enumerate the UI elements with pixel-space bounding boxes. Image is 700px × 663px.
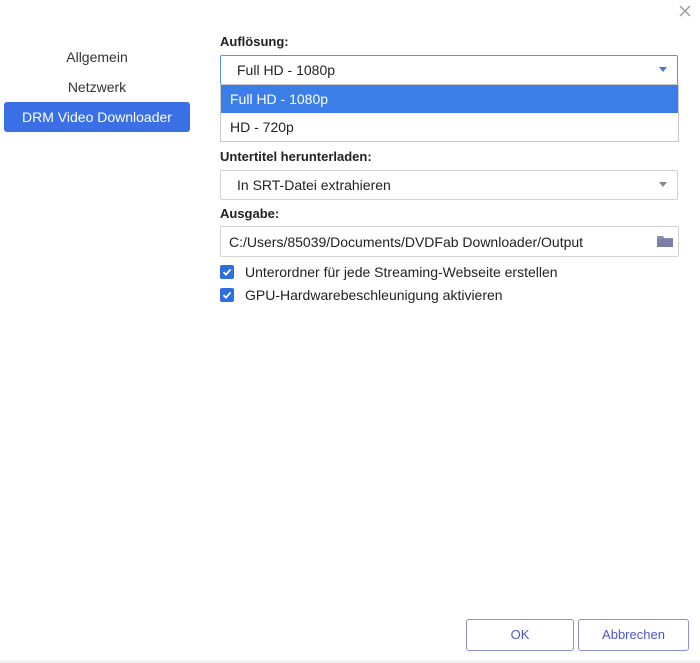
settings-sidebar: Allgemein Netzwerk DRM Video Downloader xyxy=(4,42,190,132)
option-gpu-row: GPU-Hardwarebeschleunigung aktivieren xyxy=(220,287,503,303)
subfolder-checkbox[interactable] xyxy=(220,265,234,279)
resolution-select[interactable]: Full HD - 1080p xyxy=(220,55,678,85)
subtitles-selected-value: In SRT-Datei extrahieren xyxy=(237,177,391,193)
chevron-down-icon xyxy=(659,182,667,187)
resolution-option-1080p[interactable]: Full HD - 1080p xyxy=(221,85,678,113)
gpu-acceleration-checkbox[interactable] xyxy=(220,288,234,302)
resolution-selected-value: Full HD - 1080p xyxy=(237,62,336,78)
gpu-acceleration-checkbox-label: GPU-Hardwarebeschleunigung aktivieren xyxy=(245,287,503,303)
subfolder-checkbox-label: Unterordner für jede Streaming-Webseite … xyxy=(245,264,558,280)
cancel-button[interactable]: Abbrechen xyxy=(578,619,689,651)
output-path-field xyxy=(220,226,679,257)
resolution-dropdown-list: Full HD - 1080p HD - 720p xyxy=(220,84,679,142)
settings-dialog: Allgemein Netzwerk DRM Video Downloader … xyxy=(0,0,700,663)
sidebar-item-drm-video-downloader[interactable]: DRM Video Downloader xyxy=(4,102,190,132)
folder-icon[interactable] xyxy=(656,233,674,249)
resolution-label: Auflösung: xyxy=(220,34,289,49)
option-subfolder-row: Unterordner für jede Streaming-Webseite … xyxy=(220,264,558,280)
sidebar-item-allgemein[interactable]: Allgemein xyxy=(4,42,190,72)
chevron-down-icon xyxy=(659,67,667,72)
output-label: Ausgabe: xyxy=(220,206,280,221)
sidebar-item-netzwerk[interactable]: Netzwerk xyxy=(4,72,190,102)
ok-button[interactable]: OK xyxy=(466,619,574,651)
check-icon xyxy=(222,291,232,299)
subtitles-select[interactable]: In SRT-Datei extrahieren xyxy=(220,170,678,200)
output-path-input[interactable] xyxy=(221,227,641,256)
bottom-edge xyxy=(0,659,700,663)
resolution-option-720p[interactable]: HD - 720p xyxy=(221,113,678,141)
check-icon xyxy=(222,268,232,276)
subtitles-label: Untertitel herunterladen: xyxy=(220,149,372,164)
close-icon[interactable] xyxy=(676,2,694,20)
